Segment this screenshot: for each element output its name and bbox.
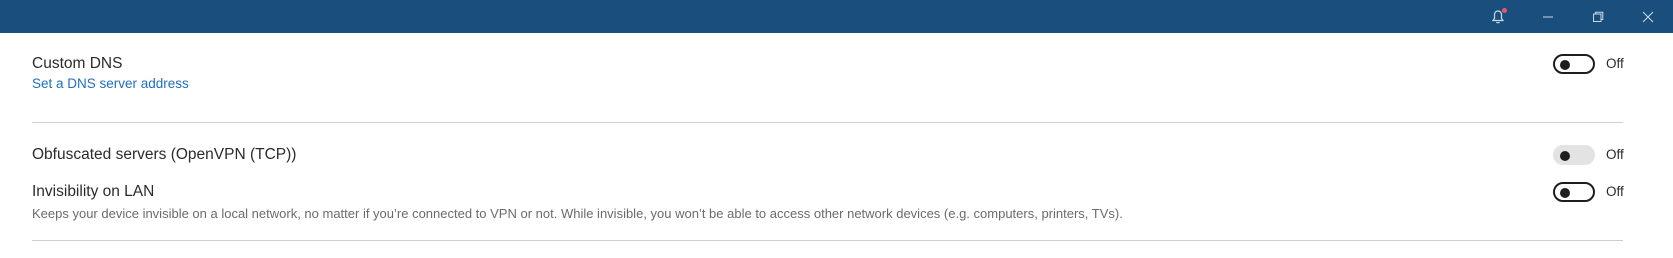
toggle-knob: [1560, 151, 1570, 161]
toggle-knob: [1560, 60, 1570, 70]
obfuscated-servers-toggle[interactable]: [1553, 145, 1595, 165]
divider: [32, 240, 1623, 241]
close-button[interactable]: [1625, 0, 1671, 33]
set-dns-server-link[interactable]: Set a DNS server address: [32, 76, 189, 91]
restore-button[interactable]: [1575, 0, 1621, 33]
obfuscated-servers-title: Obfuscated servers (OpenVPN (TCP)): [32, 146, 297, 163]
close-icon: [1642, 11, 1654, 23]
invisibility-on-lan-description: Keeps your device invisible on a local n…: [32, 206, 1123, 221]
title-bar: [0, 0, 1673, 33]
notification-badge: [1502, 8, 1507, 13]
obfuscated-servers-toggle-label: Off: [1606, 147, 1624, 162]
minimize-button[interactable]: [1525, 0, 1571, 33]
minimize-icon: [1542, 11, 1554, 23]
custom-dns-toggle[interactable]: [1553, 54, 1595, 74]
invisibility-on-lan-toggle-label: Off: [1606, 184, 1624, 199]
notifications-button[interactable]: [1475, 0, 1521, 33]
custom-dns-toggle-label: Off: [1606, 56, 1624, 71]
invisibility-on-lan-title: Invisibility on LAN: [32, 183, 155, 200]
restore-icon: [1592, 11, 1604, 23]
toggle-knob: [1560, 188, 1570, 198]
custom-dns-title: Custom DNS: [32, 55, 123, 72]
divider: [32, 122, 1623, 123]
invisibility-on-lan-toggle[interactable]: [1553, 182, 1595, 202]
